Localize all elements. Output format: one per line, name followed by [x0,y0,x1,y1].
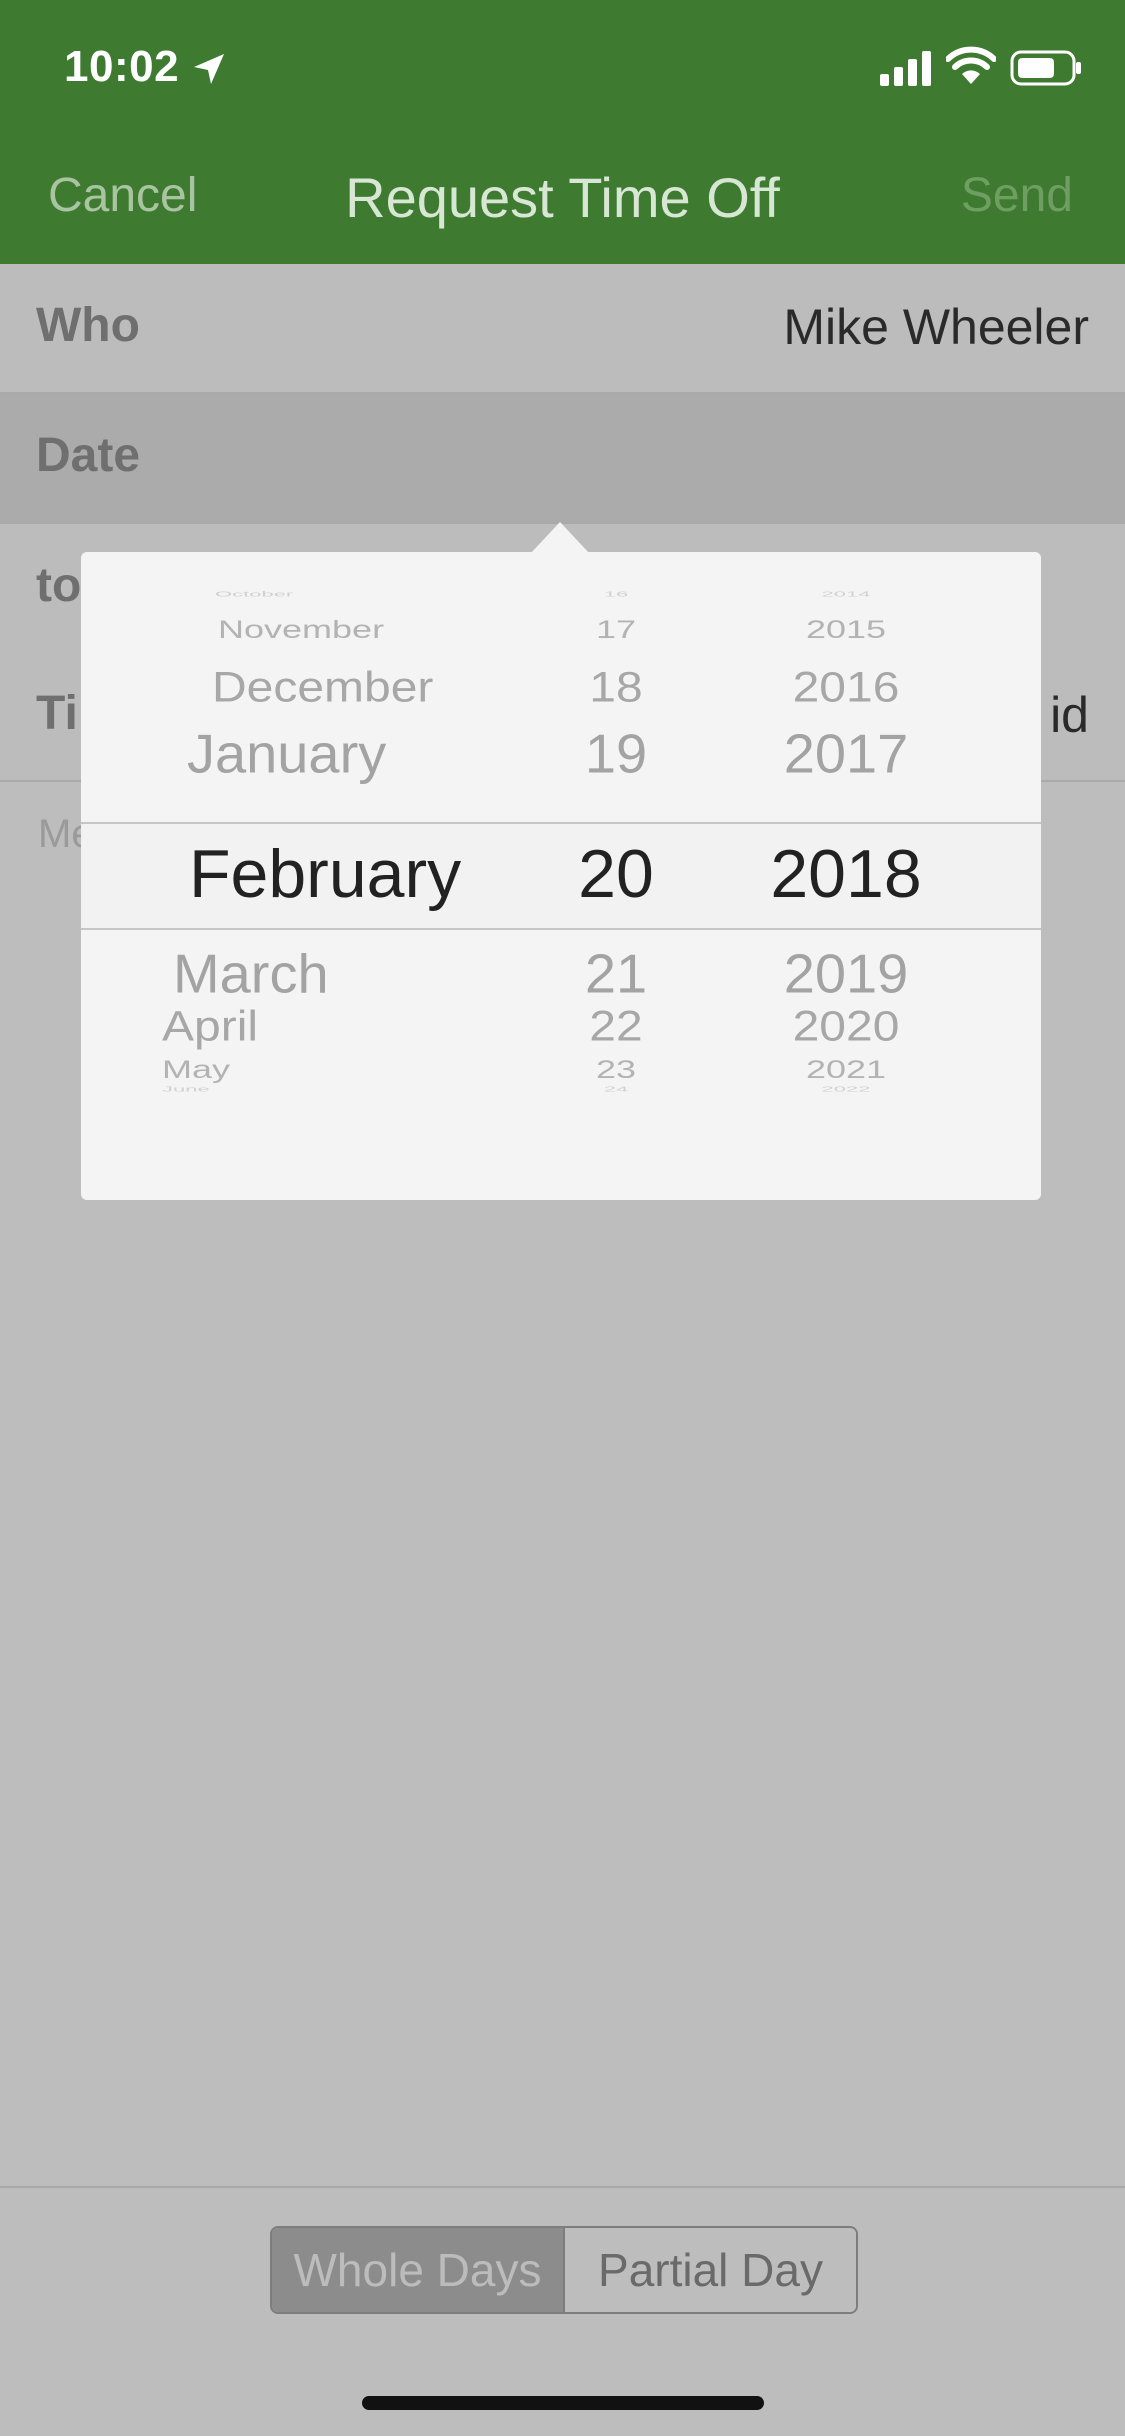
day-option[interactable]: 19 [585,727,647,781]
year-option[interactable]: 2019 [784,947,909,1001]
date-label: Date [36,429,141,482]
day-option[interactable]: 24 [604,1085,628,1093]
wifi-icon [946,46,996,84]
year-option[interactable]: 2020 [793,1006,900,1048]
day-option[interactable]: 21 [585,947,647,1001]
page-title: Request Time Off [345,166,780,229]
battery-icon [1010,50,1081,86]
who-row[interactable]: Who Mike Wheeler [0,264,1125,394]
day-option[interactable]: 16 [604,590,628,598]
whole-days-segment[interactable]: Whole Days [272,2228,563,2312]
month-option[interactable]: December [212,667,433,709]
day-option[interactable]: 20 [578,840,654,908]
send-button[interactable]: Send [961,168,1073,223]
popover-arrow [530,522,590,554]
type-label: Ti [36,687,78,740]
who-value: Mike Wheeler [783,299,1089,355]
type-value: id [1050,687,1089,743]
day-option[interactable]: 17 [596,617,636,642]
year-option[interactable]: 2018 [770,840,921,908]
day-option[interactable]: 22 [589,1006,642,1048]
month-option[interactable]: June [162,1085,210,1093]
month-option[interactable]: January [187,727,386,781]
year-option[interactable]: 2022 [822,1085,871,1093]
month-option[interactable]: May [162,1057,230,1082]
day-type-segmented-control: Whole Days Partial Day [270,2226,858,2314]
day-option[interactable]: 23 [596,1057,636,1082]
navigation-bar: 10:02 Cancel Request Time Off Send [0,0,1125,264]
home-indicator [362,2396,764,2410]
month-option[interactable]: October [215,590,293,598]
partial-day-segment[interactable]: Partial Day [563,2228,856,2312]
year-option[interactable]: 2014 [822,590,871,598]
who-label: Who [36,299,140,352]
date-picker-popover: October November December January February Ma… [81,552,1041,1200]
year-option[interactable]: 2021 [806,1057,886,1082]
bottom-divider [0,2186,1125,2188]
year-option[interactable]: 2016 [793,667,900,709]
location-arrow-icon [194,54,224,84]
to-label: to [36,559,82,612]
year-option[interactable]: 2015 [806,617,886,642]
date-row[interactable]: Date [0,394,1125,524]
day-option[interactable]: 18 [589,667,642,709]
month-option[interactable]: November [218,617,384,642]
month-option[interactable]: April [162,1006,258,1048]
cellular-signal-icon [880,51,931,86]
month-option[interactable]: March [173,947,329,1001]
status-time: 10:02 [64,42,180,91]
month-option[interactable]: February [189,840,461,908]
year-option[interactable]: 2017 [784,727,909,781]
